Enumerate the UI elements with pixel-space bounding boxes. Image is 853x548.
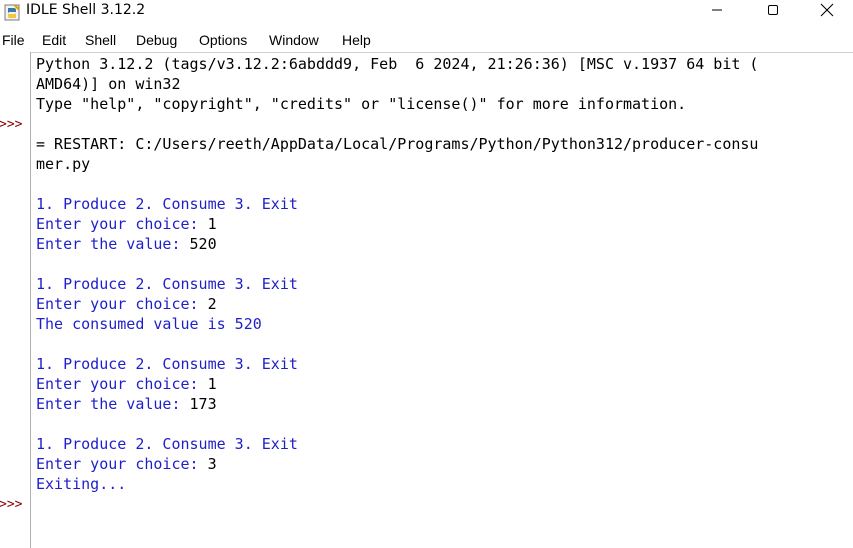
value-line: Enter the value: 173 <box>36 394 217 414</box>
minimize-button[interactable] <box>689 0 745 20</box>
prompt-gutter-border <box>30 52 31 548</box>
value-input: 173 <box>189 395 217 413</box>
menu-edit[interactable]: Edit <box>42 30 66 50</box>
program-menu-line: 1. Produce 2. Consume 3. Exit <box>36 195 298 213</box>
minimize-icon <box>712 9 722 11</box>
value-prompt: Enter the value: <box>36 395 190 413</box>
choice-input: 1 <box>207 375 217 393</box>
choice-input: 2 <box>207 295 217 313</box>
menu-bar: File Edit Shell Debug Options Window Hel… <box>0 28 853 52</box>
maximize-icon <box>768 5 778 15</box>
menu-debug[interactable]: Debug <box>136 30 177 50</box>
choice-input: 1 <box>207 215 217 233</box>
choice-prompt: Enter your choice: <box>36 375 208 393</box>
choice-line: Enter your choice: 1 <box>36 374 217 394</box>
program-menu-line: 1. Produce 2. Consume 3. Exit <box>36 355 298 373</box>
choice-line: Enter your choice: 2 <box>36 294 217 314</box>
choice-prompt: Enter your choice: <box>36 455 208 473</box>
banner-line: AMD64)] on win32 <box>36 75 181 93</box>
menu-help[interactable]: Help <box>342 30 371 50</box>
value-prompt: Enter the value: <box>36 235 190 253</box>
maximize-button[interactable] <box>745 0 801 20</box>
result-line: Exiting... <box>36 475 127 493</box>
choice-input: 3 <box>207 455 217 473</box>
menu-window[interactable]: Window <box>269 30 319 50</box>
menu-file[interactable]: File <box>2 30 25 50</box>
python-idle-icon <box>4 4 20 21</box>
choice-line: Enter your choice: 1 <box>36 214 217 234</box>
shell-text-area[interactable]: >>> >>> Python 3.12.2 (tags/v3.12.2:6abd… <box>0 52 853 548</box>
program-menu-line: 1. Produce 2. Consume 3. Exit <box>36 275 298 293</box>
banner-line: Python 3.12.2 (tags/v3.12.2:6abddd9, Feb… <box>36 55 759 73</box>
choice-prompt: Enter your choice: <box>36 215 208 233</box>
value-line: Enter the value: 520 <box>36 234 217 254</box>
text-area-top-border <box>30 52 853 53</box>
shell-prompt: >>> <box>0 117 23 132</box>
banner-line: Type "help", "copyright", "credits" or "… <box>36 95 687 113</box>
result-line: The consumed value is 520 <box>36 315 262 333</box>
restart-line: = RESTART: C:/Users/reeth/AppData/Local/… <box>36 135 759 153</box>
value-input: 520 <box>189 235 217 253</box>
shell-prompt-active: >>> <box>0 497 23 512</box>
menu-options[interactable]: Options <box>199 30 247 50</box>
close-button[interactable] <box>801 0 853 20</box>
program-menu-line: 1. Produce 2. Consume 3. Exit <box>36 435 298 453</box>
menu-shell[interactable]: Shell <box>85 30 116 50</box>
title-bar[interactable]: IDLE Shell 3.12.2 <box>0 0 853 28</box>
close-icon <box>820 3 834 17</box>
choice-line: Enter your choice: 3 <box>36 454 217 474</box>
window-title: IDLE Shell 3.12.2 <box>26 2 146 18</box>
restart-line: mer.py <box>36 155 91 173</box>
choice-prompt: Enter your choice: <box>36 295 208 313</box>
